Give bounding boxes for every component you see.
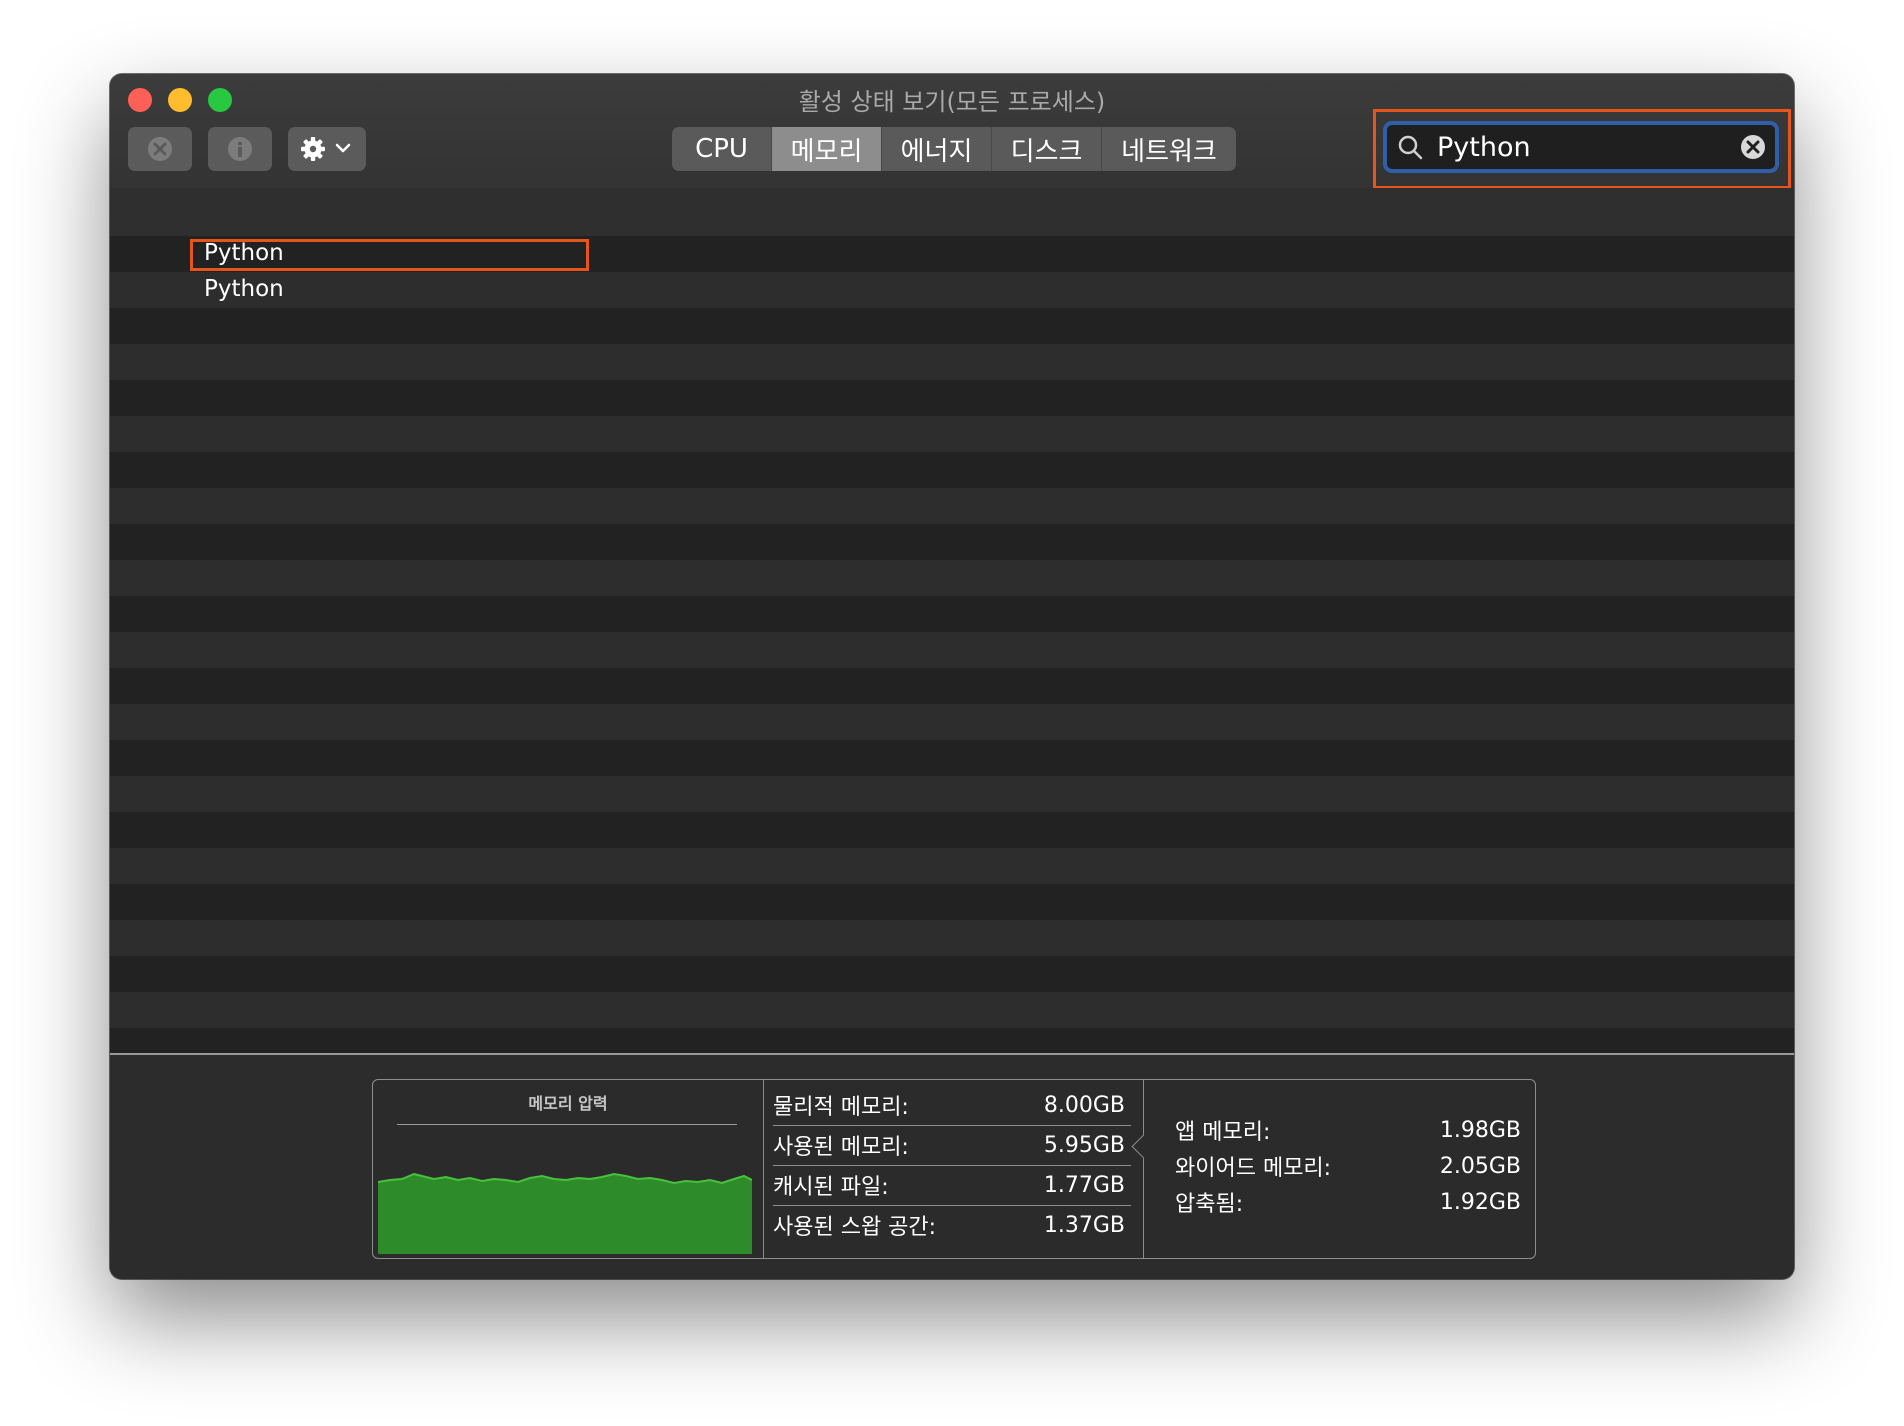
stat-value: 1.92GB bbox=[1439, 1189, 1521, 1215]
stat-label: 와이어드 메모리: bbox=[1175, 1156, 1332, 1181]
action-menu-button[interactable] bbox=[288, 127, 366, 171]
stat-cached-files: 캐시된 파일: 1.77GB bbox=[773, 1165, 1131, 1206]
memory-pressure: 메모리 압력 bbox=[373, 1080, 764, 1258]
empty-row bbox=[110, 992, 1794, 1028]
stat-label: 사용된 스왑 공간: bbox=[773, 1215, 937, 1240]
process-name: Python bbox=[204, 240, 284, 266]
activity-monitor-window: 활성 상태 보기(모든 프로세스) CPU 메모리 에너지 디스크 네트워크 P… bbox=[110, 74, 1794, 1279]
empty-row bbox=[110, 632, 1794, 668]
memory-panel: 메모리 압력 물리적 메모리: 8.00GB 사용된 메모리: 5.95GB 캐… bbox=[372, 1079, 1536, 1259]
stat-label: 물리적 메모리: bbox=[773, 1095, 909, 1120]
empty-row bbox=[110, 344, 1794, 380]
empty-row bbox=[110, 668, 1794, 704]
stat-app-memory: 앱 메모리: 1.98GB bbox=[1175, 1112, 1521, 1148]
stat-physical-memory: 물리적 메모리: 8.00GB bbox=[773, 1085, 1131, 1126]
empty-row bbox=[110, 380, 1794, 416]
empty-row bbox=[110, 1028, 1794, 1053]
memory-stats-primary: 물리적 메모리: 8.00GB 사용된 메모리: 5.95GB 캐시된 파일: … bbox=[773, 1080, 1144, 1258]
stat-label: 사용된 메모리: bbox=[773, 1135, 909, 1160]
empty-row bbox=[110, 704, 1794, 740]
stat-label: 캐시된 파일: bbox=[773, 1175, 889, 1200]
stop-x-icon bbox=[148, 137, 172, 161]
empty-row bbox=[110, 812, 1794, 848]
tab-memory[interactable]: 메모리 bbox=[772, 127, 882, 171]
empty-row bbox=[110, 956, 1794, 992]
empty-row bbox=[110, 524, 1794, 560]
empty-row bbox=[110, 596, 1794, 632]
stat-compressed: 압축됨: 1.92GB bbox=[1175, 1184, 1521, 1220]
stop-process-button[interactable] bbox=[128, 127, 192, 171]
memory-summary: 메모리 압력 물리적 메모리: 8.00GB 사용된 메모리: 5.95GB 캐… bbox=[110, 1053, 1794, 1279]
empty-row bbox=[110, 308, 1794, 344]
chevron-down-icon bbox=[335, 143, 351, 153]
empty-row bbox=[110, 920, 1794, 956]
search-field[interactable] bbox=[1383, 121, 1779, 173]
stat-swap-used: 사용된 스왑 공간: 1.37GB bbox=[773, 1205, 1131, 1245]
stat-label: 압축됨: bbox=[1175, 1192, 1244, 1217]
process-row[interactable]: Python bbox=[110, 272, 1794, 308]
stat-value: 1.77GB bbox=[1043, 1172, 1125, 1198]
empty-row bbox=[110, 884, 1794, 920]
column-header[interactable] bbox=[110, 188, 1794, 237]
gear-icon bbox=[301, 137, 351, 161]
search-icon bbox=[1398, 135, 1423, 160]
memory-pressure-graph bbox=[378, 1172, 752, 1254]
stat-value: 5.95GB bbox=[1043, 1132, 1125, 1158]
process-row[interactable]: Python bbox=[110, 236, 1794, 272]
empty-row bbox=[110, 416, 1794, 452]
tab-disk[interactable]: 디스크 bbox=[992, 127, 1102, 171]
stat-value: 1.98GB bbox=[1439, 1117, 1521, 1143]
memory-pressure-title: 메모리 압력 bbox=[528, 1094, 608, 1113]
process-list: Python Python bbox=[110, 236, 1794, 1053]
empty-row bbox=[110, 488, 1794, 524]
info-icon bbox=[228, 137, 252, 161]
process-name: Python bbox=[204, 276, 284, 302]
inspect-process-button[interactable] bbox=[208, 127, 272, 171]
stat-value: 8.00GB bbox=[1043, 1092, 1125, 1118]
tab-network[interactable]: 네트워크 bbox=[1102, 127, 1236, 171]
view-tabs: CPU 메모리 에너지 디스크 네트워크 bbox=[672, 127, 1236, 171]
tab-energy[interactable]: 에너지 bbox=[882, 127, 992, 171]
stat-value: 1.37GB bbox=[1043, 1212, 1125, 1238]
memory-stats-breakdown: 앱 메모리: 1.98GB 와이어드 메모리: 2.05GB 압축됨: 1.92… bbox=[1163, 1080, 1533, 1258]
tab-cpu[interactable]: CPU bbox=[672, 127, 772, 171]
empty-row bbox=[110, 776, 1794, 812]
empty-row bbox=[110, 452, 1794, 488]
stat-wired-memory: 와이어드 메모리: 2.05GB bbox=[1175, 1148, 1521, 1184]
search-input[interactable] bbox=[1437, 129, 1727, 165]
clear-search-icon[interactable] bbox=[1739, 133, 1767, 161]
pressure-divider bbox=[397, 1124, 737, 1125]
stat-value: 2.05GB bbox=[1439, 1153, 1521, 1179]
toolbar: 활성 상태 보기(모든 프로세스) CPU 메모리 에너지 디스크 네트워크 P… bbox=[110, 74, 1794, 189]
stat-label: 앱 메모리: bbox=[1175, 1120, 1271, 1145]
empty-row bbox=[110, 740, 1794, 776]
stat-used-memory: 사용된 메모리: 5.95GB bbox=[773, 1125, 1131, 1166]
empty-row bbox=[110, 560, 1794, 596]
empty-row bbox=[110, 848, 1794, 884]
